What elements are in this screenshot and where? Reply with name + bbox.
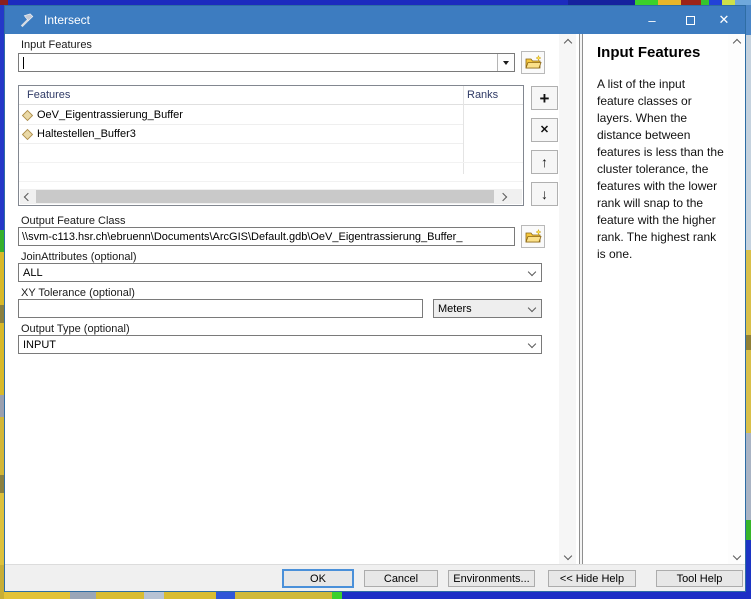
ranks-column-header: Ranks <box>467 89 498 101</box>
scroll-left-arrow[interactable] <box>20 189 35 204</box>
chevron-down-icon[interactable] <box>563 552 571 560</box>
titlebar[interactable]: Intersect – ✕ <box>5 6 745 34</box>
chevron-up-icon[interactable] <box>563 39 571 47</box>
hide-help-button[interactable]: << Hide Help <box>548 570 636 587</box>
cancel-button[interactable]: Cancel <box>364 570 438 587</box>
open-folder-icon <box>525 55 542 70</box>
input-features-input[interactable] <box>19 54 497 71</box>
output-type-dropdown[interactable]: INPUT <box>18 335 542 354</box>
empty-list-row <box>19 163 523 182</box>
help-scrollbar[interactable] <box>728 34 745 565</box>
remove-feature-button[interactable]: ✕ <box>531 118 558 142</box>
close-button[interactable]: ✕ <box>707 6 741 34</box>
footer-bar: OK Cancel Environments... << Hide Help T… <box>5 564 745 591</box>
map-background-strip-right <box>746 5 751 599</box>
plus-icon: + <box>540 90 550 107</box>
move-down-button[interactable]: ↓ <box>531 182 558 206</box>
intersect-dialog: Intersect – ✕ Input Features <box>4 5 746 592</box>
chevron-down-icon <box>528 304 536 312</box>
hammer-tool-icon <box>19 12 36 29</box>
open-folder-icon <box>525 229 542 244</box>
window-title: Intersect <box>44 13 90 27</box>
scroll-right-arrow[interactable] <box>495 189 510 204</box>
maximize-icon <box>686 16 695 25</box>
x-icon: ✕ <box>540 125 549 136</box>
text-caret <box>23 57 24 69</box>
chevron-down-icon[interactable] <box>732 552 740 560</box>
add-feature-button[interactable]: + <box>531 86 558 110</box>
empty-list-row <box>19 144 523 163</box>
features-list: Features Ranks OeV_Eigentrassierung_Buff… <box>18 85 524 206</box>
move-up-button[interactable]: ↑ <box>531 150 558 174</box>
help-panel-body: A list of the input feature classes or l… <box>597 76 724 263</box>
xy-tolerance-unit-value: Meters <box>438 303 472 315</box>
input-features-label: Input Features <box>21 39 92 51</box>
feature-name: Haltestellen_Buffer3 <box>37 128 136 140</box>
features-list-header: Features Ranks <box>19 86 523 105</box>
ok-button[interactable]: OK <box>282 569 354 588</box>
map-background-strip-bottom <box>4 591 751 599</box>
scrollbar-thumb[interactable] <box>36 190 494 203</box>
browse-input-features-button[interactable] <box>521 51 545 74</box>
feature-row-1[interactable]: OeV_Eigentrassierung_Buffer <box>19 106 463 125</box>
help-panel-title: Input Features <box>597 44 700 61</box>
output-feature-class-label: Output Feature Class <box>21 215 126 227</box>
output-type-value: INPUT <box>23 339 56 351</box>
features-column-header: Features <box>27 89 70 101</box>
maximize-button[interactable] <box>673 6 707 34</box>
xy-tolerance-label: XY Tolerance (optional) <box>21 287 135 299</box>
chevron-down-icon <box>528 268 536 276</box>
environments-button[interactable]: Environments... <box>448 570 535 587</box>
feature-row-2[interactable]: Haltestellen_Buffer3 <box>19 125 463 144</box>
xy-tolerance-unit-dropdown[interactable]: Meters <box>433 299 542 318</box>
chevron-left-icon <box>23 192 31 200</box>
xy-tolerance-input[interactable] <box>18 299 423 318</box>
input-features-combobox[interactable] <box>18 53 515 72</box>
dropdown-arrow-icon <box>503 61 509 65</box>
screen: Intersect – ✕ Input Features <box>0 0 751 599</box>
output-type-label: Output Type (optional) <box>21 323 130 335</box>
arrow-down-icon: ↓ <box>541 187 548 201</box>
output-feature-class-input[interactable] <box>18 227 515 246</box>
join-attributes-value: ALL <box>23 267 43 279</box>
browse-output-button[interactable] <box>521 225 545 248</box>
combo-dropdown-button[interactable] <box>497 54 514 71</box>
feature-name: OeV_Eigentrassierung_Buffer <box>37 109 183 121</box>
chevron-right-icon <box>498 192 506 200</box>
arrow-up-icon: ↑ <box>541 155 548 169</box>
form-scrollbar[interactable] <box>559 34 576 565</box>
polygon-feature-icon <box>21 128 34 141</box>
minimize-button[interactable]: – <box>635 6 669 34</box>
join-attributes-dropdown[interactable]: ALL <box>18 263 542 282</box>
list-horizontal-scrollbar[interactable] <box>20 189 522 204</box>
join-attributes-label: JoinAttributes (optional) <box>21 251 137 263</box>
tool-help-button[interactable]: Tool Help <box>656 570 743 587</box>
chevron-down-icon <box>528 340 536 348</box>
chevron-up-icon[interactable] <box>732 39 740 47</box>
polygon-feature-icon <box>21 109 34 122</box>
help-panel: Input Features A list of the input featu… <box>583 34 728 565</box>
